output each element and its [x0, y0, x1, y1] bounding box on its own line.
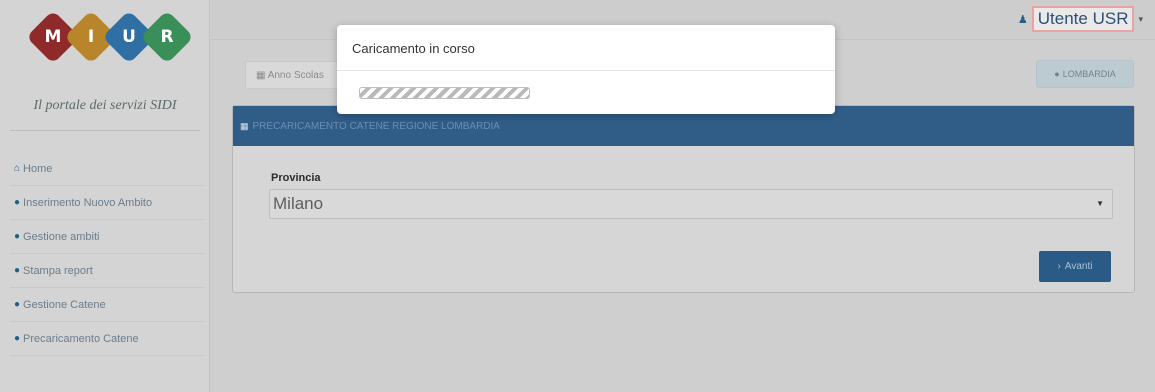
- loading-modal: Caricamento in corso: [337, 25, 835, 114]
- chevron-right-icon: ›: [1057, 261, 1061, 272]
- sidebar-item-gestione-catene[interactable]: ● Gestione Catene: [10, 288, 205, 322]
- sidebar-item-inserimento-nuovo-ambito[interactable]: ● Inserimento Nuovo Ambito: [10, 186, 205, 220]
- sidebar: M I U R Il portale dei servizi SIDI ⌂ Ho…: [0, 0, 210, 392]
- circle-plus-icon: ●: [14, 231, 21, 242]
- chevron-down-icon[interactable]: ▾: [1138, 14, 1143, 25]
- sidebar-item-label: Stampa report: [23, 264, 93, 277]
- home-icon: ⌂: [14, 163, 21, 174]
- region-button[interactable]: ● LOMBARDIA: [1036, 60, 1134, 88]
- school-year-button[interactable]: ▦ Anno Scolas: [245, 61, 345, 89]
- select-arrow-icon: ▼: [1096, 199, 1104, 208]
- province-select[interactable]: Milano ▼: [269, 189, 1113, 219]
- sidebar-item-gestione-ambiti[interactable]: ● Gestione ambiti: [10, 220, 205, 254]
- sidebar-item-stampa-report[interactable]: ● Stampa report: [10, 254, 205, 288]
- user-menu[interactable]: ♟ Utente USR ▾: [1018, 6, 1143, 32]
- modal-divider: [337, 70, 835, 71]
- circle-plus-icon: ●: [14, 197, 21, 208]
- user-icon: ♟: [1017, 13, 1028, 26]
- miur-logo: M I U R: [26, 10, 194, 64]
- user-name[interactable]: Utente USR: [1031, 6, 1135, 32]
- precaricamento-panel: ▦ PRECARICAMENTO CATENE REGIONE LOMBARDI…: [232, 105, 1135, 293]
- grid-icon: ▦: [240, 120, 249, 131]
- sidebar-item-label: Precaricamento Catene: [23, 332, 139, 345]
- sidebar-item-label: Inserimento Nuovo Ambito: [23, 196, 153, 209]
- map-marker-icon: ●: [1054, 69, 1060, 79]
- sidebar-item-home[interactable]: ⌂ Home: [10, 152, 205, 186]
- progress-bar-fill: [360, 88, 529, 98]
- province-value: Milano: [273, 194, 324, 213]
- sidebar-item-label: Home: [23, 162, 53, 175]
- next-label: Avanti: [1064, 261, 1093, 272]
- sidebar-item-label: Gestione Catene: [23, 298, 106, 311]
- modal-title: Caricamento in corso: [352, 41, 475, 56]
- next-button[interactable]: › Avanti: [1039, 251, 1111, 282]
- progress-bar: [359, 87, 530, 99]
- panel-title: PRECARICAMENTO CATENE REGIONE LOMBARDIA: [252, 120, 500, 132]
- school-year-label: Anno Scolas: [267, 70, 324, 81]
- portal-title: Il portale dei servizi SIDI: [33, 98, 177, 113]
- sidebar-item-label: Gestione ambiti: [23, 230, 100, 243]
- region-label: LOMBARDIA: [1062, 69, 1116, 79]
- circle-plus-icon: ●: [14, 299, 21, 310]
- sidebar-item-precaricamento-catene[interactable]: ● Precaricamento Catene: [10, 322, 205, 356]
- circle-plus-icon: ●: [14, 333, 21, 344]
- circle-plus-icon: ●: [14, 265, 21, 276]
- logo-diamond-r: R: [140, 10, 194, 64]
- sidebar-nav: ⌂ Home ● Inserimento Nuovo Ambito ● Gest…: [10, 152, 205, 356]
- calendar-icon: ▦: [256, 70, 266, 81]
- province-label: Provincia: [271, 172, 321, 184]
- sidebar-divider: [10, 130, 200, 131]
